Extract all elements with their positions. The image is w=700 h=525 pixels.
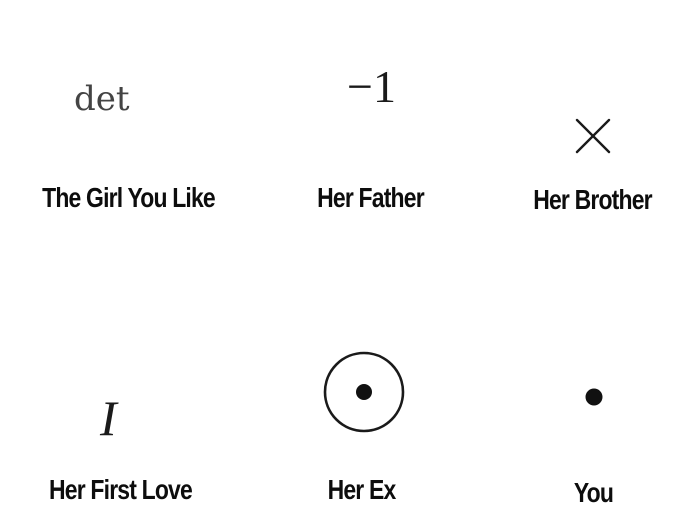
negative-one-symbol: −1 — [347, 61, 396, 112]
caption-her-father: Her Father — [317, 182, 424, 213]
caption-her-ex: Her Ex — [327, 474, 397, 505]
det-symbol: det — [74, 79, 130, 119]
italic-i-symbol: I — [100, 390, 117, 446]
dot-icon — [585, 388, 603, 406]
caption-her-brother: Her Brother — [533, 184, 652, 215]
caption-her-first-love: Her First Love — [49, 474, 193, 505]
times-cross-icon — [575, 118, 611, 154]
caption-you: You — [573, 477, 614, 508]
circled-dot-icon — [323, 351, 405, 433]
caption-the-girl-you-like: The Girl You Like — [42, 182, 216, 213]
